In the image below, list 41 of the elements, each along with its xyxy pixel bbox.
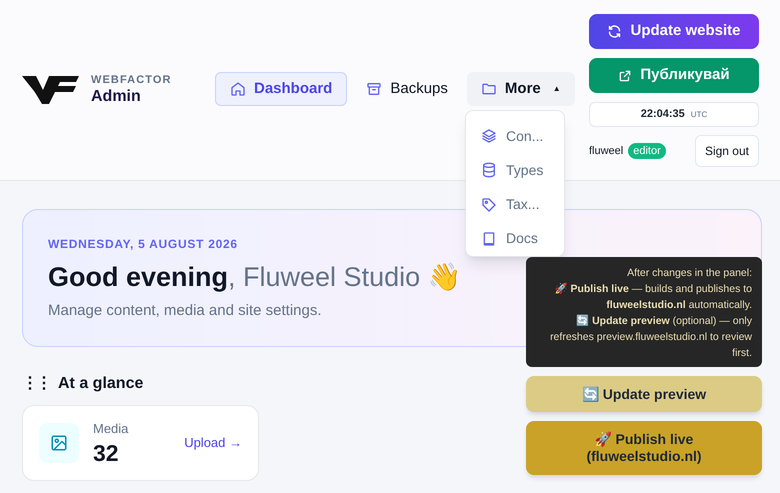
menu-item[interactable]: Tax... xyxy=(466,188,564,222)
stat-value: 32 xyxy=(93,438,120,467)
brand-title: Admin xyxy=(91,89,142,105)
brand-kicker: WEBFACTOR xyxy=(91,75,172,86)
role-badge: editor xyxy=(628,143,666,159)
update-website-button[interactable]: Update website xyxy=(589,14,759,49)
publish-button[interactable]: Публикувай xyxy=(589,58,759,93)
hero-greeting: Good evening, Fluweel Studio 👋 xyxy=(48,261,462,294)
update-preview-button[interactable]: 🔄 Update preview xyxy=(526,376,762,412)
tooltip-text: After changes in the panel: xyxy=(626,266,752,281)
database-icon xyxy=(481,162,497,178)
book-icon xyxy=(481,230,497,247)
folder-icon xyxy=(480,81,497,97)
upload-link[interactable]: Upload → xyxy=(184,433,242,453)
refresh-icon xyxy=(607,24,622,39)
clock-time: 22:04:35 xyxy=(640,107,685,122)
menu-item[interactable]: Types xyxy=(466,153,564,188)
user-name: fluweel xyxy=(589,144,624,159)
nav-tab[interactable]: More ▲ xyxy=(466,72,575,106)
menu-item[interactable]: Docs xyxy=(466,222,564,256)
nav-tab[interactable]: Dashboard xyxy=(215,72,348,106)
home-icon xyxy=(230,81,246,97)
layers-icon xyxy=(481,128,497,144)
stat-label: Media xyxy=(93,420,130,438)
menu-item[interactable]: Con... xyxy=(466,119,564,154)
external-link-icon xyxy=(618,68,632,82)
sign-out-button[interactable]: Sign out xyxy=(694,135,759,167)
hero-date: WEDNESDAY, 5 AUGUST 2026 xyxy=(48,236,238,253)
section-title: At a glance xyxy=(58,374,144,394)
clock-zone: UTC xyxy=(690,108,708,120)
logo-icon xyxy=(22,76,79,104)
tag-icon xyxy=(481,196,497,213)
image-icon xyxy=(39,423,79,463)
archive-icon xyxy=(366,81,382,97)
publish-live-button[interactable]: 🚀 Publish live (fluweelstudio.nl) xyxy=(526,421,762,475)
tooltip-text: 🚀 Publish live — builds and publishes to fluweelstudio.nl automatically. xyxy=(554,282,752,313)
nav-tab[interactable]: Backups xyxy=(364,72,450,106)
tooltip-text: 🔄 Update preview (optional) — only refreshes preview.fluweelstudio.nl to review first. xyxy=(549,314,752,361)
drag-handle-icon[interactable]: ⋮⋮ xyxy=(22,372,50,396)
caret-icon: ▲ xyxy=(552,83,561,95)
hero-subtitle: Manage content, media and site settings. xyxy=(48,301,322,321)
